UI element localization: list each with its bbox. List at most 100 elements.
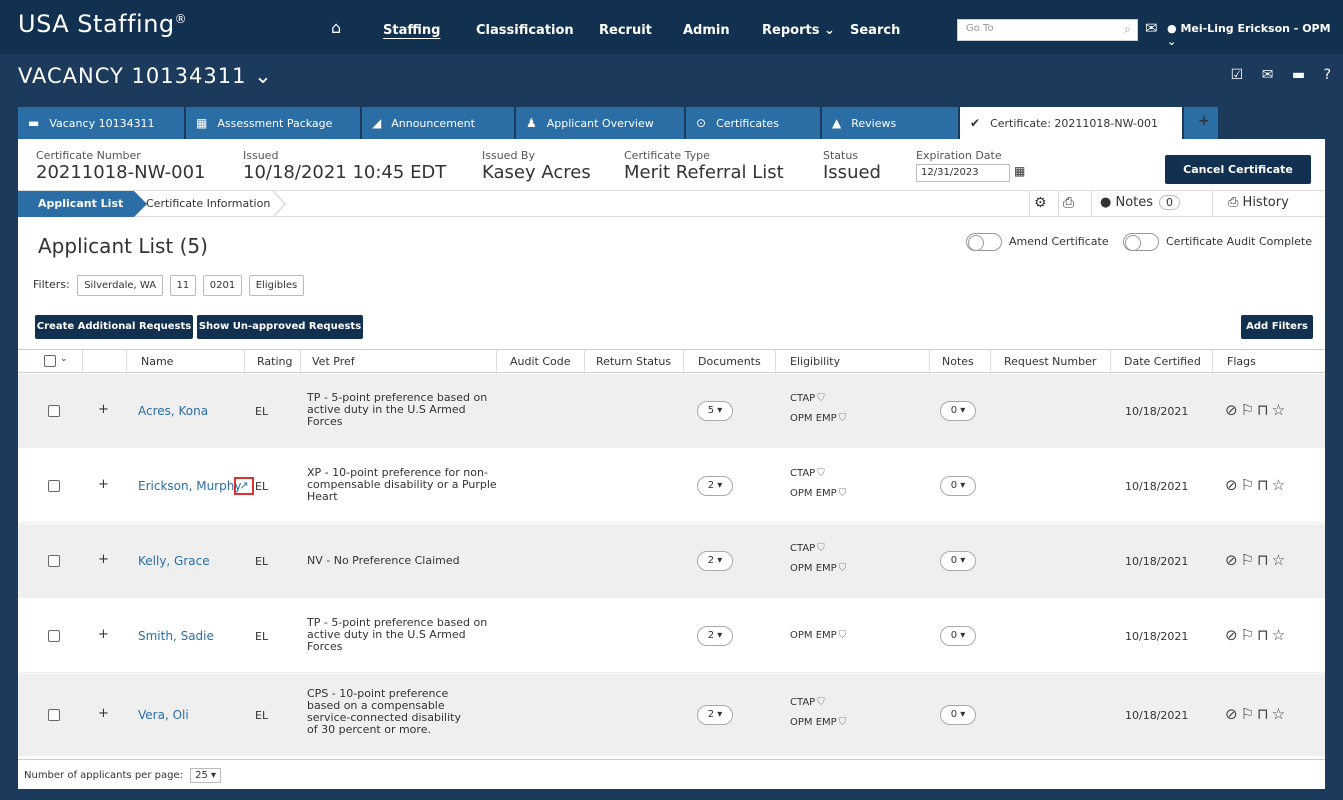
notes-dropdown[interactable]: 0 ▾: [940, 476, 976, 496]
tab-certificate-information[interactable]: Certificate Information: [146, 197, 270, 210]
row-flags[interactable]: ⊘⚐⊓☆: [1225, 476, 1288, 494]
row-checkbox[interactable]: [48, 405, 60, 417]
certificate-panel: Certificate Number 20211018-NW-001 Issued…: [18, 139, 1325, 789]
tab-reviews[interactable]: ▲ Reviews: [822, 107, 960, 139]
tab-vacancy[interactable]: ▬ Vacancy 10134311: [18, 107, 186, 139]
help-shield-icon[interactable]: ⛉: [839, 630, 847, 641]
table-row: + Vera, Oli EL CPS - 10-point preference…: [18, 674, 1325, 756]
row-flags[interactable]: ⊘⚐⊓☆: [1225, 626, 1288, 644]
applicant-name-link[interactable]: Smith, Sadie: [138, 629, 214, 643]
printer-icon[interactable]: ⎙: [1063, 195, 1074, 211]
tab-announcement[interactable]: ◢ Announcement: [362, 107, 516, 139]
per-page-select[interactable]: 25 ▾: [190, 768, 222, 783]
eligibility-list: CTAP ⛉ OPM EMP ⛉: [790, 697, 847, 728]
nav-admin[interactable]: Admin: [683, 23, 730, 38]
documents-dropdown[interactable]: 2 ▾: [697, 476, 733, 496]
row-checkbox[interactable]: [48, 555, 60, 567]
applicant-name-link[interactable]: Erickson, Murphy: [138, 479, 241, 493]
chevron-down-icon[interactable]: ⌄: [60, 354, 68, 364]
vacancy-title[interactable]: VACANCY 10134311 ⌄: [18, 64, 273, 88]
documents-dropdown[interactable]: 2 ▾: [697, 705, 733, 725]
nav-search[interactable]: Search: [850, 23, 900, 38]
expand-row-button[interactable]: +: [98, 706, 109, 721]
audit-complete-toggle[interactable]: [1123, 233, 1159, 251]
help-shield-icon[interactable]: ⛉: [839, 563, 847, 574]
nav-reports[interactable]: Reports ⌄: [762, 23, 835, 38]
calendar-icon[interactable]: ▦: [1014, 164, 1025, 178]
certificate-subnav: Applicant List Certificate Information ⚙…: [18, 191, 1325, 217]
eligibility-list: CTAP ⛉ OPM EMP ⛉: [790, 393, 847, 424]
edit-external-icon[interactable]: ↗: [234, 477, 254, 495]
notes-dropdown[interactable]: 0 ▾: [940, 705, 976, 725]
applicant-name-link[interactable]: Acres, Kona: [138, 404, 208, 418]
show-unapproved-requests-button[interactable]: Show Un-approved Requests: [197, 315, 363, 339]
row-checkbox[interactable]: [48, 709, 60, 721]
mail-icon[interactable]: ✉: [1145, 19, 1158, 37]
filter-chip[interactable]: 11: [169, 275, 197, 296]
expand-row-button[interactable]: +: [98, 402, 109, 417]
tab-assessment-package[interactable]: ▦ Assessment Package: [186, 107, 362, 139]
create-additional-requests-button[interactable]: Create Additional Requests: [35, 315, 193, 339]
documents-dropdown[interactable]: 5 ▾: [697, 401, 733, 421]
comment-icon[interactable]: ▬: [1292, 67, 1305, 83]
add-filters-button[interactable]: Add Filters: [1241, 315, 1313, 339]
table-row: + Acres, Kona EL TP - 5-point preference…: [18, 374, 1325, 448]
expand-row-button[interactable]: +: [98, 552, 109, 567]
help-shield-icon[interactable]: ⛉: [839, 488, 847, 499]
tab-certificate-active[interactable]: ✔ Certificate: 20211018-NW-001: [960, 107, 1184, 139]
help-shield-icon[interactable]: ⛉: [817, 697, 825, 708]
check-circle-icon: ⊙: [696, 116, 707, 130]
user-menu[interactable]: ● Mei-Ling Erickson - OPM ⌄: [1167, 22, 1343, 48]
check-badge-icon: ✔: [970, 116, 981, 130]
notes-dropdown[interactable]: 0 ▾: [940, 626, 976, 646]
home-icon[interactable]: ⌂: [331, 18, 341, 37]
tab-applicant-overview[interactable]: ♟ Applicant Overview: [516, 107, 686, 139]
row-flags[interactable]: ⊘⚐⊓☆: [1225, 705, 1288, 723]
history-button[interactable]: ⎙ History: [1228, 195, 1289, 210]
add-tab-button[interactable]: +: [1184, 107, 1220, 139]
documents-dropdown[interactable]: 2 ▾: [697, 626, 733, 646]
issued-date: 10/18/2021 10:45 EDT: [243, 162, 447, 183]
help-shield-icon[interactable]: ⛉: [817, 468, 825, 479]
tab-certificates[interactable]: ⊙ Certificates: [686, 107, 822, 139]
applicant-name-link[interactable]: Vera, Oli: [138, 708, 189, 722]
help-shield-icon[interactable]: ⛉: [839, 717, 847, 728]
help-icon[interactable]: ?: [1324, 67, 1331, 83]
cancel-certificate-button[interactable]: Cancel Certificate: [1165, 155, 1311, 184]
filter-chip[interactable]: 0201: [202, 275, 243, 296]
envelope-icon[interactable]: ✉: [1262, 67, 1274, 83]
applicant-name-link[interactable]: Kelly, Grace: [138, 554, 210, 568]
expand-row-button[interactable]: +: [98, 627, 109, 642]
help-shield-icon[interactable]: ⛉: [817, 543, 825, 554]
gear-icon[interactable]: ⚙: [1034, 195, 1047, 211]
notes-dropdown[interactable]: 0 ▾: [940, 401, 976, 421]
tab-applicant-list[interactable]: Applicant List: [18, 191, 147, 217]
help-shield-icon[interactable]: ⛉: [839, 413, 847, 424]
filter-chip[interactable]: Eligibles: [248, 275, 305, 296]
filter-chip[interactable]: Silverdale, WA: [77, 275, 164, 296]
row-checkbox[interactable]: [48, 480, 60, 492]
nav-recruit[interactable]: Recruit: [599, 23, 652, 38]
nav-staffing[interactable]: Staffing: [383, 23, 440, 38]
notes-dropdown[interactable]: 0 ▾: [940, 551, 976, 571]
help-shield-icon[interactable]: ⛉: [817, 393, 825, 404]
documents-dropdown[interactable]: 2 ▾: [697, 551, 733, 571]
expiration-date-input[interactable]: 12/31/2023: [916, 164, 1010, 182]
row-checkbox[interactable]: [48, 630, 60, 642]
goto-input[interactable]: Go To ⌕: [957, 19, 1138, 41]
row-flags[interactable]: ⊘⚐⊓☆: [1225, 551, 1288, 569]
brand-logo[interactable]: USA Staffing®: [18, 10, 187, 38]
table-row: + Smith, Sadie EL TP - 5-point preferenc…: [18, 599, 1325, 673]
search-icon[interactable]: ⌕: [1124, 22, 1131, 37]
nav-classification[interactable]: Classification: [476, 23, 574, 38]
certificate-status: Issued: [823, 162, 881, 183]
row-flags[interactable]: ⊘⚐⊓☆: [1225, 401, 1288, 419]
checklist-icon[interactable]: ☑: [1231, 67, 1244, 83]
breadcrumb-chevron: [272, 191, 286, 217]
comment-icon: ●: [1100, 195, 1112, 210]
table-footer: Number of applicants per page: 25 ▾: [18, 759, 1325, 789]
amend-certificate-toggle[interactable]: [966, 233, 1002, 251]
select-all-checkbox[interactable]: [44, 355, 56, 367]
expand-row-button[interactable]: +: [98, 477, 109, 492]
notes-button[interactable]: ● Notes 0: [1100, 195, 1181, 210]
